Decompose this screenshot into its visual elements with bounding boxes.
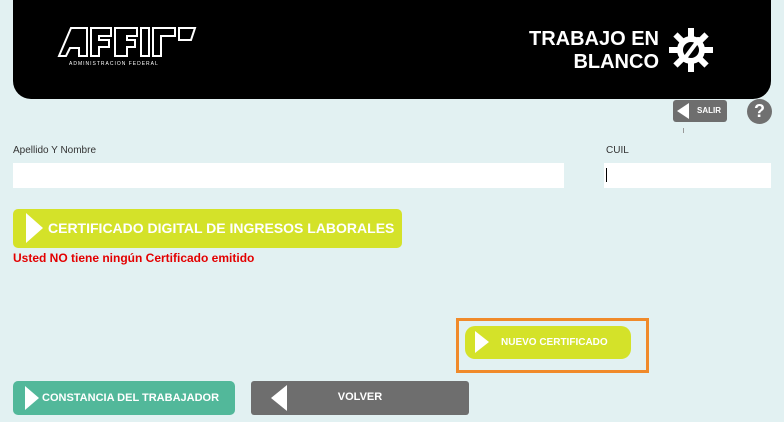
nuevo-certificado-label: NUEVO CERTIFICADO <box>501 337 608 348</box>
play-arrow-icon <box>475 331 489 353</box>
no-certificate-message: Usted NO tiene ningún Certificado emitid… <box>13 251 255 265</box>
constancia-trabajador-label: CONSTANCIA DEL TRABAJADOR <box>42 392 220 404</box>
cuil-label: CUIL <box>606 145 629 156</box>
cuil-field[interactable] <box>604 163 771 188</box>
program-title: TRABAJO EN BLANCO <box>499 28 659 74</box>
name-field[interactable] <box>13 163 564 188</box>
divider-tick <box>683 128 684 133</box>
nuevo-certificado-button[interactable]: NUEVO CERTIFICADO <box>465 326 631 359</box>
cuil-cursor <box>606 168 607 182</box>
gear-wrench-icon <box>667 26 715 74</box>
volver-label: VOLVER <box>337 391 383 403</box>
afip-logo: ADMINISTRACION FEDERAL <box>57 22 197 74</box>
help-icon[interactable]: ? <box>747 99 772 124</box>
constancia-trabajador-button[interactable]: CONSTANCIA DEL TRABAJADOR <box>13 381 235 415</box>
program-title-line2: BLANCO <box>573 51 659 73</box>
play-arrow-icon <box>26 213 43 243</box>
certificado-digital-label: CERTIFICADO DIGITAL DE INGRESOS LABORALE… <box>48 220 395 236</box>
salir-arrow-icon <box>677 103 689 119</box>
salir-button[interactable]: SALIR <box>673 100 727 122</box>
play-arrow-icon <box>25 386 39 410</box>
logo-subtitle: ADMINISTRACION FEDERAL <box>69 61 159 67</box>
header-banner: ADMINISTRACION FEDERAL TRABAJO EN BLANCO <box>13 0 771 99</box>
afip-logo-mark <box>57 27 197 57</box>
program-title-line1: TRABAJO EN <box>528 28 659 50</box>
salir-label: SALIR <box>697 106 721 115</box>
name-label: Apellido Y Nombre <box>13 145 97 156</box>
volver-button[interactable]: VOLVER <box>251 381 469 415</box>
certificado-digital-button[interactable]: CERTIFICADO DIGITAL DE INGRESOS LABORALE… <box>13 209 402 248</box>
